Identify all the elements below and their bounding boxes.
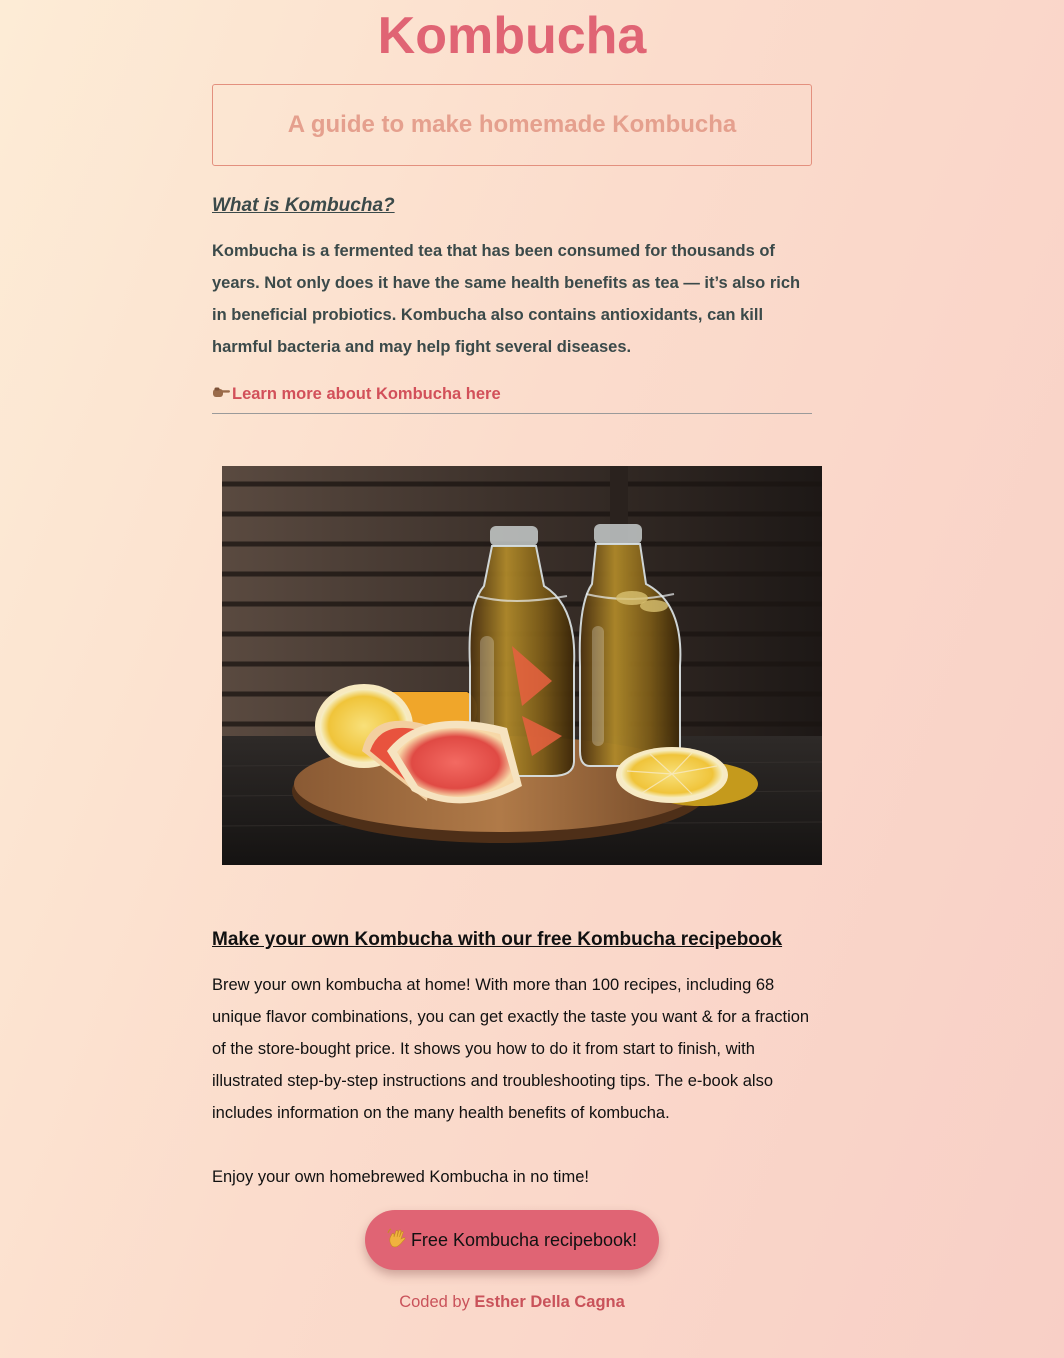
free-recipebook-button[interactable]: Free Kombucha recipebook! [365,1210,659,1270]
footer-prefix: Coded by [399,1293,470,1311]
learn-more-link[interactable]: Learn more about Kombucha here [212,382,501,406]
recipe-text: Brew your own kombucha at home! With mor… [212,976,810,1122]
page-title: Kombucha [377,7,647,65]
enjoy-text: Enjoy your own homebrewed Kombucha in no… [212,1168,589,1186]
waving-hand-icon [387,1228,407,1253]
kombucha-photo [222,466,822,865]
about-text: Kombucha is a fermented tea that has bee… [212,242,801,356]
author-link[interactable]: Esther Della Cagna [474,1293,624,1311]
footer: Coded by Esther Della Cagna [212,1290,812,1314]
subtitle-box: A guide to make homemade Kombucha [212,84,812,166]
learn-more-label: Learn more about Kombucha here [232,385,501,403]
page-subtitle: A guide to make homemade Kombucha [287,111,737,138]
free-recipebook-label: Free Kombucha recipebook! [410,1229,638,1250]
section-divider [212,413,812,414]
about-heading: What is Kombucha? [212,195,395,216]
pointing-hand-icon [212,382,231,406]
recipe-heading: Make your own Kombucha with our free Kom… [212,929,783,950]
